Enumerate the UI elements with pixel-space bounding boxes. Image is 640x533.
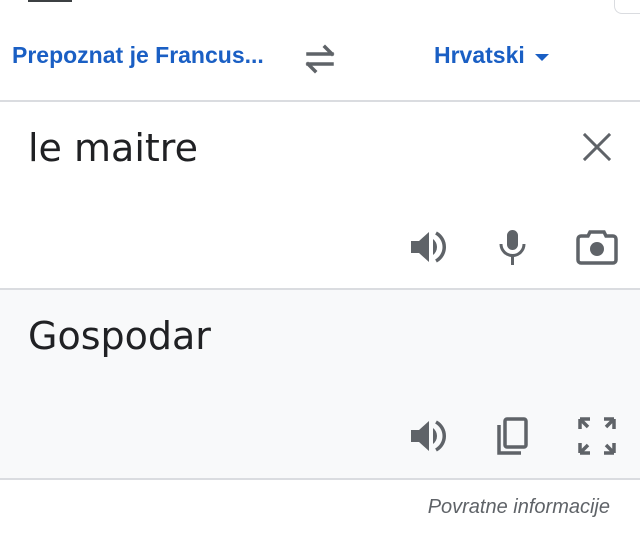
fullscreen-button[interactable]	[576, 415, 618, 457]
close-icon	[582, 132, 612, 162]
source-language-button[interactable]: Prepoznat je Francus...	[12, 42, 264, 69]
voice-input-button[interactable]	[491, 226, 533, 268]
language-bar: Prepoznat je Francus... Hrvatski	[0, 16, 640, 102]
feedback-link[interactable]: Povratne informacije	[428, 496, 610, 519]
output-panel: Gospodar	[0, 290, 640, 480]
camera-icon	[576, 230, 618, 265]
top-corner-fragment	[614, 0, 640, 14]
copy-icon	[497, 417, 528, 455]
listen-translation-button[interactable]	[406, 415, 448, 457]
microphone-icon	[499, 230, 526, 265]
input-panel: le maitre	[0, 102, 640, 290]
translated-text: Gospodar	[28, 314, 211, 358]
source-text-input[interactable]: le maitre	[28, 126, 198, 170]
fullscreen-icon	[578, 417, 616, 455]
copy-translation-button[interactable]	[491, 415, 533, 457]
top-bar-fragment	[28, 0, 72, 2]
swap-languages-button[interactable]	[300, 42, 340, 76]
clear-input-button[interactable]	[580, 130, 614, 164]
target-language-label: Hrvatski	[434, 42, 525, 68]
listen-source-button[interactable]	[406, 226, 448, 268]
swap-arrows-icon	[305, 44, 335, 74]
speaker-icon	[411, 420, 446, 452]
caret-down-icon	[534, 54, 549, 61]
target-language-button[interactable]: Hrvatski	[434, 42, 549, 69]
camera-input-button[interactable]	[576, 226, 618, 268]
top-strip	[0, 0, 640, 16]
speaker-icon	[411, 231, 446, 263]
